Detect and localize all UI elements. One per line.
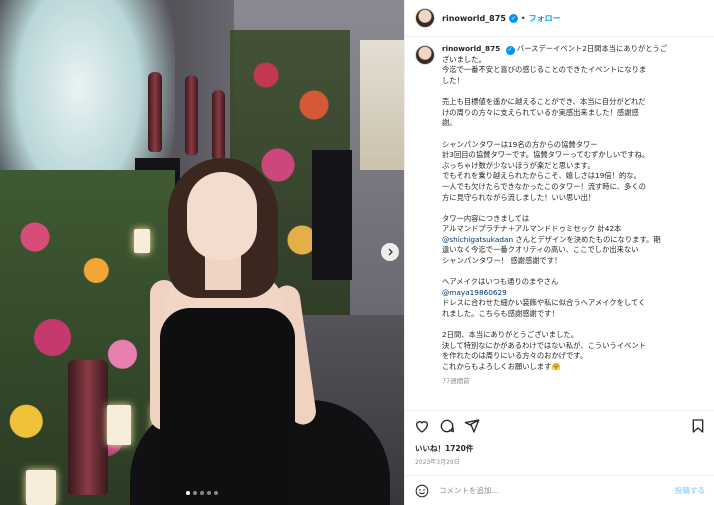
header-separator: • [520, 13, 526, 23]
share-icon[interactable] [464, 418, 480, 434]
caption-line: けの周りの方々に支えられているか実感出来ました！感謝感 [442, 107, 639, 117]
caption-lines: 違いなく今迄で一番クオリティの高い、ここでしか出来ない シャンパンタワー！ 感謝感… [442, 245, 704, 287]
caption-line [442, 267, 704, 278]
caption-line: 違いなく今迄で一番クオリティの高い、ここでしか出来ない [442, 245, 639, 255]
photo-face [187, 172, 257, 260]
caption-line: した！ [442, 75, 464, 85]
comment-input[interactable] [439, 486, 675, 495]
caption-line: れました。こちらも感謝感謝です！ [442, 309, 559, 319]
comment-icon[interactable] [439, 418, 455, 434]
action-bar [405, 410, 714, 438]
photo-candle [134, 229, 150, 253]
caption: rinoworld_875 ✓ バースデーイベント2日間本当にありがとうご ざい… [415, 44, 711, 406]
bookmark-icon[interactable] [690, 418, 706, 434]
post-comment-button[interactable]: 投稿する [675, 485, 705, 496]
photo-bottle [212, 90, 225, 160]
caption-username[interactable]: rinoworld_875 [442, 44, 500, 53]
comment-bar: 投稿する [405, 475, 714, 505]
caption-line: 2日間、本当にありがとうございました。 [442, 330, 578, 340]
emoji-icon[interactable] [415, 484, 429, 498]
likes-count[interactable]: いいね！1720件 [415, 443, 473, 454]
carousel-next-button[interactable] [381, 243, 399, 261]
carousel-dot [193, 491, 197, 495]
carousel-dot [186, 491, 190, 495]
carousel-dot [200, 491, 204, 495]
carousel-dot [214, 491, 218, 495]
caption-line: 売上も目標値を遥かに越えることができ、本当に自分がどれだ [442, 97, 646, 107]
caption-line [442, 87, 704, 98]
caption-line: ヘアメイクはいつも通りのまやさん [442, 277, 559, 287]
caption-line: ざいました。 [442, 54, 486, 64]
caption-line: タワー内容につきましては [442, 213, 530, 223]
caption-line [442, 129, 704, 140]
caption-line [442, 320, 704, 331]
verified-icon: ✓ [505, 45, 515, 55]
photo-box [312, 150, 352, 280]
follow-button[interactable]: フォロー [529, 13, 561, 24]
caption-line: バースデーイベント2日間本当にありがとうご [516, 44, 668, 53]
caption-line: でもそれを乗り越えられたからこそ、嬉しさは19倍！的な。 [442, 171, 641, 181]
caption-line: 今迄で一番不安と喜びの感じることのできたイベントになりま [442, 65, 647, 75]
post-photo[interactable] [0, 0, 404, 505]
caption-first-line: rinoworld_875 ✓ バースデーイベント2日間本当にありがとうご [442, 44, 704, 55]
photo-dress [160, 308, 295, 505]
photo-bottle [185, 75, 198, 155]
caption-line: を作れたのは周りにいる方々のおかげです。 [442, 351, 588, 361]
photo-bottle [148, 72, 162, 152]
heart-icon[interactable] [414, 418, 430, 434]
chevron-right-icon [388, 248, 393, 256]
caption-line: さんとデザインを決めたものになります。期 [513, 234, 661, 244]
caption-line: これからもよろしくお願いします🤗 [442, 362, 561, 372]
caption-line: 方に見守られながら流しました！いい思い出！ [442, 192, 596, 202]
caption-time-ago: 77週間前 [442, 376, 470, 385]
post-header: rinoworld_875 ✓ • フォロー [405, 0, 714, 37]
caption-line: 謝。 [442, 118, 457, 128]
caption-avatar[interactable] [415, 45, 435, 65]
carousel-dots [186, 491, 218, 495]
mention-link[interactable]: @shichigatsukadan [442, 235, 513, 244]
caption-line: ぶっちゃけ数が少ないほうが楽だと思います。 [442, 160, 595, 170]
caption-line: シャンパンタワーは19名の方からの協賛タワー [442, 139, 598, 149]
photo-candle [107, 405, 131, 445]
verified-icon: ✓ [508, 13, 518, 23]
caption-line: アルマンドプラチナ＋アルマンドドゥミセック 計42本 [442, 224, 622, 234]
caption-line: 決して特別なにかがあるわけではない私が、こういうイベント [442, 340, 646, 350]
caption-line: 計3回目の協賛タワーです。協賛タワーってむずかしいですね。 [442, 150, 650, 160]
caption-line: ドレスに合わせた細かい装飾や私に似合うヘアメイクをしてく [442, 298, 646, 308]
photo-shelf-light [360, 40, 404, 170]
mention-link[interactable]: @maya19860629 [442, 288, 704, 299]
header-username[interactable]: rinoworld_875 [442, 14, 506, 23]
caption-line: シャンパンタワー！ 感謝感謝です！ [442, 256, 562, 266]
caption-text: rinoworld_875 ✓ バースデーイベント2日間本当にありがとうご ざい… [442, 44, 704, 406]
caption-lines: ドレスに合わせた細かい装飾や私に似合うヘアメイクをしてく れました。こちらも感謝感… [442, 298, 704, 372]
caption-lines: ざいました。 今迄で一番不安と喜びの感じることのできたイベントになりま した！ 売上も… [442, 55, 704, 235]
caption-line: 一人でも欠けたらできなかったこのタワー！流す時に、多くの [442, 181, 646, 191]
photo-candle [26, 470, 56, 505]
carousel-dot [207, 491, 211, 495]
photo-bottle [68, 360, 108, 495]
caption-mention-line: @shichigatsukadan さんとデザインを決めたものになります。期 [442, 235, 704, 246]
post-side-panel: rinoworld_875 ✓ • フォロー rinoworld_875 ✓ バ… [404, 0, 714, 505]
instagram-post: rinoworld_875 ✓ • フォロー rinoworld_875 ✓ バ… [0, 0, 714, 505]
post-date: 2023年3月29日 [415, 459, 460, 466]
caption-line [442, 203, 704, 214]
avatar[interactable] [415, 8, 435, 28]
